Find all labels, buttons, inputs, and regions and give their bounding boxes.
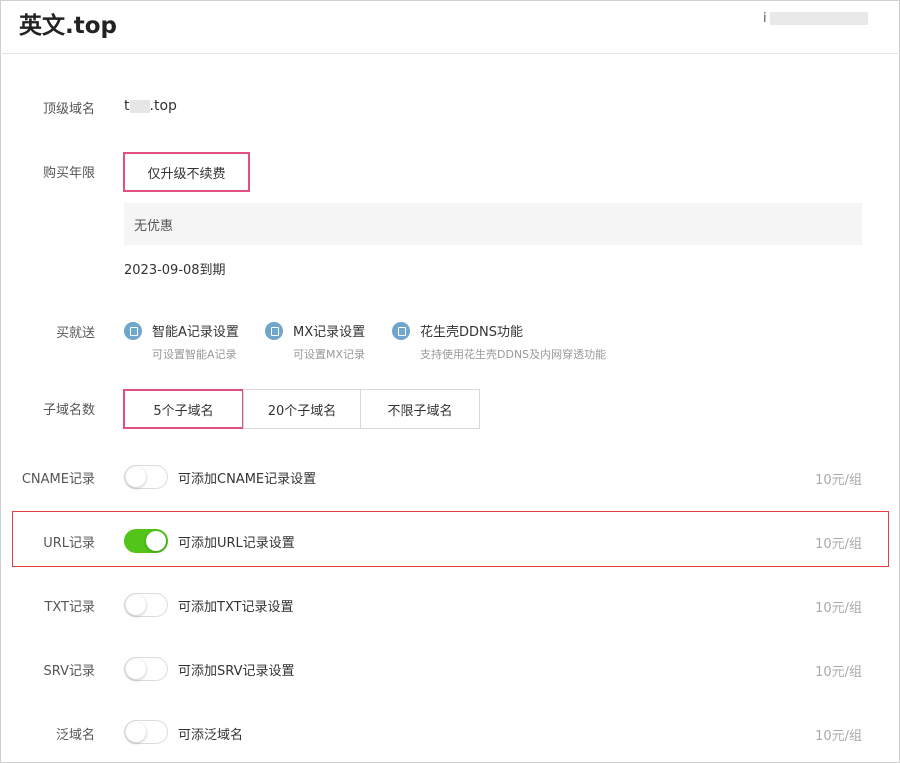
record-price-url: 10元/组 bbox=[815, 537, 862, 552]
record-label-wildcard: 泛域名 bbox=[55, 728, 95, 743]
record-price-cname: 10元/组 bbox=[815, 473, 862, 488]
record-label-cname: CNAME记录 bbox=[21, 472, 95, 487]
toggle-knob bbox=[126, 659, 146, 679]
toggle-knob bbox=[146, 531, 166, 551]
cname-toggle[interactable] bbox=[124, 465, 168, 489]
toggle-knob bbox=[126, 595, 146, 615]
tag-icon bbox=[392, 322, 410, 340]
tag-icon bbox=[265, 322, 283, 340]
gift-item: MX记录设置 可设置MX记录 bbox=[265, 320, 395, 364]
gift-title: MX记录设置 bbox=[293, 325, 366, 340]
expiry-date: 2023-09-08到期 bbox=[124, 263, 226, 278]
gift-subtitle: 可设置智能A记录 bbox=[152, 348, 237, 361]
record-label-srv: SRV记录 bbox=[43, 664, 95, 679]
record-text-wildcard: 可添泛域名 bbox=[178, 728, 244, 743]
gift-title: 智能A记录设置 bbox=[152, 325, 239, 340]
record-text-srv: 可添加SRV记录设置 bbox=[178, 664, 295, 679]
gifts-label: 买就送 bbox=[55, 326, 95, 341]
discount-text: 无优惠 bbox=[134, 219, 174, 234]
record-price-wildcard: 10元/组 bbox=[815, 729, 862, 744]
subdomains-label: 子域名数 bbox=[42, 403, 95, 418]
domain-redacted bbox=[129, 99, 150, 113]
domain-suffix: .top bbox=[149, 98, 177, 114]
record-text-cname: 可添加CNAME记录设置 bbox=[178, 472, 317, 487]
record-label-url: URL记录 bbox=[43, 536, 95, 551]
window-frame bbox=[0, 0, 900, 763]
record-price-txt: 10元/组 bbox=[815, 601, 862, 616]
account-id: i bbox=[763, 11, 868, 26]
record-price-srv: 10元/组 bbox=[815, 665, 862, 680]
domain-label: 顶级域名 bbox=[42, 102, 95, 117]
discount-box: 无优惠 bbox=[124, 203, 862, 245]
page-header: 英文.top i bbox=[0, 0, 900, 54]
txt-toggle[interactable] bbox=[124, 593, 168, 617]
toggle-knob bbox=[126, 467, 146, 487]
toggle-knob bbox=[126, 722, 146, 742]
record-text-url: 可添加URL记录设置 bbox=[178, 536, 295, 551]
purchase-label: 购买年限 bbox=[42, 166, 95, 181]
account-redacted bbox=[769, 12, 868, 25]
url-toggle[interactable] bbox=[124, 529, 168, 553]
account-prefix: i bbox=[763, 11, 767, 26]
subdomain-option-5[interactable]: 5个子域名 bbox=[123, 389, 244, 429]
tag-icon bbox=[124, 322, 142, 340]
srv-toggle[interactable] bbox=[124, 657, 168, 681]
gift-item: 花生壳DDNS功能 支持使用花生壳DDNS及内网穿透功能 bbox=[392, 320, 632, 364]
subdomain-option-unlimited[interactable]: 不限子域名 bbox=[360, 389, 480, 429]
wildcard-toggle[interactable] bbox=[124, 720, 168, 744]
gift-subtitle: 支持使用花生壳DDNS及内网穿透功能 bbox=[420, 348, 607, 361]
record-text-txt: 可添加TXT记录设置 bbox=[178, 600, 294, 615]
gift-title: 花生壳DDNS功能 bbox=[420, 325, 523, 340]
page-title: 英文.top bbox=[19, 13, 117, 39]
subdomain-option-20[interactable]: 20个子域名 bbox=[243, 389, 361, 429]
gift-item: 智能A记录设置 可设置智能A记录 bbox=[124, 320, 264, 364]
purchase-option-upgrade[interactable]: 仅升级不续费 bbox=[123, 152, 250, 192]
domain-value: t .top bbox=[124, 98, 177, 114]
gift-subtitle: 可设置MX记录 bbox=[293, 348, 366, 361]
record-label-txt: TXT记录 bbox=[44, 600, 95, 615]
